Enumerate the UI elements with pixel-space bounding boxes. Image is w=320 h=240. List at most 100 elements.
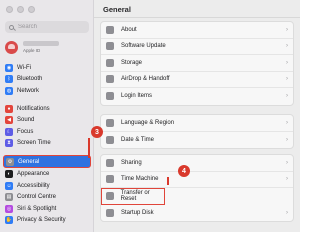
sidebar-item-label: General: [18, 158, 40, 165]
settings-row-label: Storage: [121, 59, 143, 66]
settings-row-time-machine[interactable]: Time Machine ›: [101, 172, 293, 188]
notifications-icon: ●: [5, 104, 13, 113]
sidebar-item-appearance[interactable]: ◐ Appearance: [3, 168, 91, 180]
settings-row-label: Language & Region: [121, 119, 175, 126]
sidebar-item-label: Notifications: [17, 105, 50, 112]
settings-row-about[interactable]: About ›: [101, 22, 293, 39]
settings-row-label: AirDrop & Handoff: [121, 76, 170, 83]
settings-row-software-update[interactable]: Software Update ›: [101, 39, 293, 55]
settings-row-label: Transfer or Reset: [120, 189, 150, 202]
sidebar-item-focus[interactable]: ☾ Focus: [3, 126, 91, 138]
sidebar: Apple ID ◉ Wi-Fi ᛒ Bluetooth ◍ Network ● Notifi…: [0, 0, 94, 232]
date-time-icon: [106, 135, 114, 144]
privacy-icon: ✋: [5, 216, 13, 225]
sidebar-item-siri-spotlight[interactable]: ◎ Siri & Spotlight: [3, 203, 91, 215]
general-gear-icon: ⚙: [6, 157, 14, 166]
about-icon: [106, 25, 114, 34]
settings-group: About › Software Update › Storage › AirDrop & …: [100, 21, 294, 106]
siri-icon: ◎: [5, 204, 13, 213]
accessibility-icon: ☺: [5, 181, 13, 190]
settings-row-login-items[interactable]: Login Items ›: [101, 88, 293, 105]
sidebar-item-label: Privacy & Security: [17, 217, 66, 224]
login-items-icon: [106, 92, 114, 101]
zoom-button[interactable]: [28, 6, 35, 13]
sidebar-item-accessibility[interactable]: ☺ Accessibility: [3, 180, 91, 192]
startup-disk-icon: [106, 208, 114, 217]
settings-row-date-time[interactable]: Date & Time ›: [101, 132, 293, 149]
title-divider: [94, 17, 300, 18]
settings-row-label: About: [121, 26, 137, 33]
main-pane: General About › Software Update › Storage › Ai…: [94, 0, 300, 232]
search-field[interactable]: [5, 21, 89, 33]
sidebar-item-network[interactable]: ◍ Network: [3, 85, 91, 97]
settings-row-storage[interactable]: Storage ›: [101, 55, 293, 72]
settings-row-transfer-or-reset[interactable]: Transfer or Reset: [101, 188, 165, 205]
sidebar-item-sound[interactable]: ◀ Sound: [3, 114, 91, 126]
airdrop-icon: [106, 75, 114, 84]
chevron-right-icon: ›: [286, 176, 288, 183]
storage-icon: [106, 58, 114, 67]
sidebar-item-screen-time[interactable]: ⧗ Screen Time: [3, 138, 91, 150]
search-input[interactable]: [18, 24, 88, 30]
account-name-redacted: [23, 41, 59, 46]
settings-row-label: Sharing: [121, 159, 142, 166]
wifi-icon: ◉: [5, 63, 13, 72]
sharing-icon: [106, 158, 114, 167]
bluetooth-icon: ᛒ: [5, 75, 13, 84]
settings-row-label: Time Machine: [121, 176, 159, 183]
window-controls: [6, 6, 35, 13]
sidebar-item-privacy-security[interactable]: ✋ Privacy & Security: [3, 215, 91, 227]
chevron-right-icon: ›: [286, 136, 288, 143]
step-3-connector: [88, 138, 90, 158]
sidebar-item-label: Network: [17, 87, 40, 94]
chevron-right-icon: ›: [286, 76, 288, 83]
settings-row-label: Startup Disk: [121, 209, 154, 216]
apple-id-account[interactable]: Apple ID: [5, 40, 89, 54]
settings-row-label: Software Update: [121, 43, 166, 50]
settings-row-label: Login Items: [121, 93, 153, 100]
sidebar-item-label: Control Centre: [17, 194, 57, 201]
minimize-button[interactable]: [17, 6, 24, 13]
transfer-reset-icon: [106, 191, 114, 200]
avatar: [5, 40, 18, 54]
sidebar-item-notifications[interactable]: ● Notifications: [3, 103, 91, 115]
close-button[interactable]: [6, 6, 13, 13]
system-settings-window: Apple ID ◉ Wi-Fi ᛒ Bluetooth ◍ Network ● Notifi…: [0, 0, 300, 232]
network-icon: ◍: [5, 86, 13, 95]
sidebar-item-general[interactable]: ⚙ General: [3, 155, 91, 169]
settings-row-language-region[interactable]: Language & Region ›: [101, 115, 293, 132]
sidebar-item-label: Wi-Fi: [17, 64, 31, 71]
sidebar-item-label: Sound: [17, 117, 35, 124]
chevron-right-icon: ›: [286, 159, 288, 166]
chevron-right-icon: ›: [286, 209, 288, 216]
appearance-icon: ◐: [5, 169, 13, 178]
sidebar-list: ◉ Wi-Fi ᛒ Bluetooth ◍ Network ● Notifications ◀ S…: [3, 62, 91, 226]
time-machine-icon: [106, 175, 114, 184]
sidebar-item-wi-fi[interactable]: ◉ Wi-Fi: [3, 62, 91, 74]
settings-row-label: Date & Time: [121, 136, 155, 143]
settings-group: Language & Region › Date & Time ›: [100, 114, 294, 149]
chevron-right-icon: ›: [286, 119, 288, 126]
sidebar-item-label: Siri & Spotlight: [17, 205, 57, 212]
settings-row-sharing[interactable]: Sharing ›: [101, 155, 293, 172]
sidebar-item-label: Focus: [17, 128, 34, 135]
sidebar-item-label: Bluetooth: [17, 76, 43, 83]
settings-row-startup-disk[interactable]: Startup Disk ›: [101, 205, 293, 222]
chevron-right-icon: ›: [286, 43, 288, 50]
software-update-icon: [106, 42, 114, 51]
sidebar-item-control-centre[interactable]: ▤ Control Centre: [3, 191, 91, 203]
sidebar-item-label: Appearance: [17, 170, 50, 177]
screen-time-icon: ⧗: [5, 139, 13, 148]
settings-group: Sharing › Time Machine › Transfer or Reset St…: [100, 154, 294, 222]
sidebar-item-bluetooth[interactable]: ᛒ Bluetooth: [3, 74, 91, 86]
control-centre-icon: ▤: [5, 193, 13, 202]
sidebar-item-label: Accessibility: [17, 182, 50, 189]
step-3-badge: 3: [91, 126, 103, 138]
sidebar-item-label: Screen Time: [17, 140, 51, 147]
focus-icon: ☾: [5, 127, 13, 136]
search-icon: [9, 24, 14, 30]
chevron-right-icon: ›: [286, 59, 288, 66]
chevron-right-icon: ›: [286, 26, 288, 33]
settings-row-airdrop-handoff[interactable]: AirDrop & Handoff ›: [101, 72, 293, 88]
page-title: General: [103, 5, 131, 14]
